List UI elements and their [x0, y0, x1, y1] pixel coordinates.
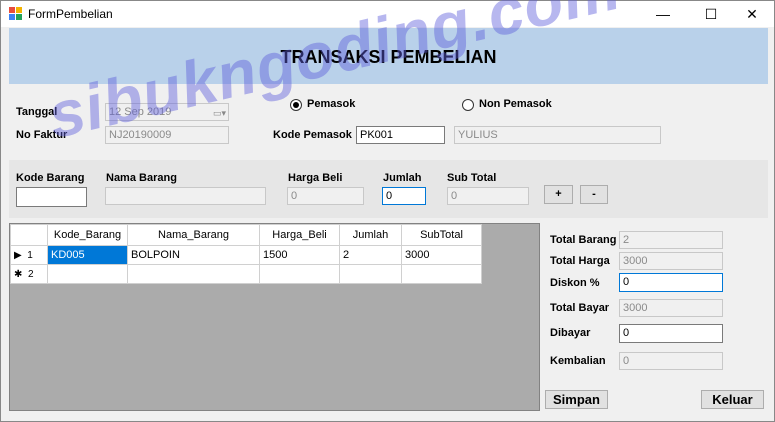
cell-nama-barang[interactable] — [127, 264, 260, 284]
cell-harga-beli[interactable]: 1500 — [259, 245, 340, 265]
row-header[interactable]: ✱ 2 — [10, 264, 48, 284]
pemasok-radio[interactable] — [290, 99, 302, 111]
non-pemasok-radio-label[interactable]: Non Pemasok — [479, 98, 552, 110]
form-body: TRANSAKSI PEMBELIAN Tanggal 12 Sep 2019 … — [2, 27, 773, 421]
total-bayar-field[interactable]: 3000 — [619, 299, 723, 317]
total-bayar-label: Total Bayar — [550, 302, 610, 314]
kode-barang-label: Kode Barang — [16, 172, 85, 184]
cell-jumlah[interactable] — [339, 264, 402, 284]
title-bar: FormPembelian — ☐ ✕ — [1, 1, 774, 27]
kode-barang-input[interactable] — [16, 187, 87, 207]
cell-nama-barang[interactable]: BOLPOIN — [127, 245, 260, 265]
kembalian-label: Kembalian — [550, 355, 606, 367]
no-faktur-field[interactable]: NJ20190009 — [105, 126, 229, 144]
form-pembelian-window: FormPembelian — ☐ ✕ TRANSAKSI PEMBELIAN … — [0, 0, 775, 422]
diskon-label: Diskon % — [550, 277, 600, 289]
table-header-row: Kode_Barang Nama_Barang Harga_Beli Jumla… — [10, 224, 482, 246]
column-header-kode-barang[interactable]: Kode_Barang — [47, 224, 128, 246]
row-header-corner — [10, 224, 48, 246]
window-title: FormPembelian — [28, 7, 113, 21]
tanggal-label: Tanggal — [16, 106, 58, 118]
kode-pemasok-input[interactable]: PK001 — [356, 126, 445, 144]
total-barang-label: Total Barang — [550, 234, 617, 246]
non-pemasok-radio[interactable] — [462, 99, 474, 111]
table-row[interactable]: ✱ 2 — [10, 264, 482, 284]
cell-jumlah[interactable]: 2 — [339, 245, 402, 265]
kode-pemasok-label: Kode Pemasok — [273, 129, 352, 141]
items-data-grid[interactable]: Kode_Barang Nama_Barang Harga_Beli Jumla… — [9, 223, 540, 411]
jumlah-input[interactable]: 0 — [382, 187, 426, 205]
dibayar-input[interactable]: 0 — [619, 324, 723, 343]
keluar-button[interactable]: Keluar — [701, 390, 764, 409]
row-number: 1 — [27, 249, 33, 261]
diskon-input[interactable]: 0 — [619, 273, 723, 292]
maximize-button[interactable]: ☐ — [689, 1, 733, 27]
dibayar-label: Dibayar — [550, 327, 591, 339]
column-header-nama-barang[interactable]: Nama_Barang — [127, 224, 260, 246]
simpan-button[interactable]: Simpan — [545, 390, 608, 409]
total-harga-label: Total Harga — [550, 255, 610, 267]
total-barang-field[interactable]: 2 — [619, 231, 723, 249]
header-banner: TRANSAKSI PEMBELIAN — [9, 28, 768, 84]
total-harga-field[interactable]: 3000 — [619, 252, 723, 270]
tanggal-datepicker[interactable]: 12 Sep 2019 ▭▾ — [105, 103, 229, 121]
nama-pemasok-field[interactable]: YULIUS — [454, 126, 661, 144]
cell-subtotal[interactable] — [401, 264, 482, 284]
harga-beli-label: Harga Beli — [288, 172, 343, 184]
current-row-arrow-icon: ▶ — [14, 249, 22, 261]
column-header-subtotal[interactable]: SubTotal — [401, 224, 482, 246]
items-table: Kode_Barang Nama_Barang Harga_Beli Jumla… — [10, 224, 482, 284]
cell-kode-barang[interactable]: KD005 — [47, 245, 128, 265]
pemasok-radio-label[interactable]: Pemasok — [307, 98, 355, 110]
cell-kode-barang[interactable] — [47, 264, 128, 284]
jumlah-label: Jumlah — [383, 172, 422, 184]
app-icon — [9, 7, 22, 20]
sub-total-field[interactable]: 0 — [447, 187, 529, 205]
close-button[interactable]: ✕ — [730, 1, 774, 27]
row-number: 2 — [27, 268, 34, 280]
column-header-jumlah[interactable]: Jumlah — [339, 224, 402, 246]
table-row[interactable]: ▶ 1 KD005 BOLPOIN 1500 2 3000 — [10, 245, 482, 265]
item-entry-panel: Kode Barang Nama Barang Harga Beli 0 Jum… — [9, 160, 768, 218]
nama-barang-field[interactable] — [105, 187, 266, 205]
cell-harga-beli[interactable] — [259, 264, 340, 284]
remove-item-button[interactable]: - — [580, 185, 608, 204]
column-header-harga-beli[interactable]: Harga_Beli — [259, 224, 340, 246]
minimize-button[interactable]: — — [641, 1, 685, 27]
sub-total-label: Sub Total — [447, 172, 497, 184]
tanggal-value: 12 Sep 2019 — [109, 106, 172, 118]
row-header[interactable]: ▶ 1 — [10, 245, 48, 265]
harga-beli-field[interactable]: 0 — [287, 187, 364, 205]
calendar-dropdown-icon[interactable]: ▭▾ — [206, 105, 226, 119]
no-faktur-label: No Faktur — [16, 129, 68, 141]
nama-barang-label: Nama Barang — [106, 172, 177, 184]
kembalian-field[interactable]: 0 — [619, 352, 723, 370]
add-item-button[interactable]: + — [544, 185, 573, 204]
page-title: TRANSAKSI PEMBELIAN — [280, 47, 497, 67]
cell-subtotal[interactable]: 3000 — [401, 245, 482, 265]
new-row-asterisk-icon: ✱ — [14, 268, 23, 280]
